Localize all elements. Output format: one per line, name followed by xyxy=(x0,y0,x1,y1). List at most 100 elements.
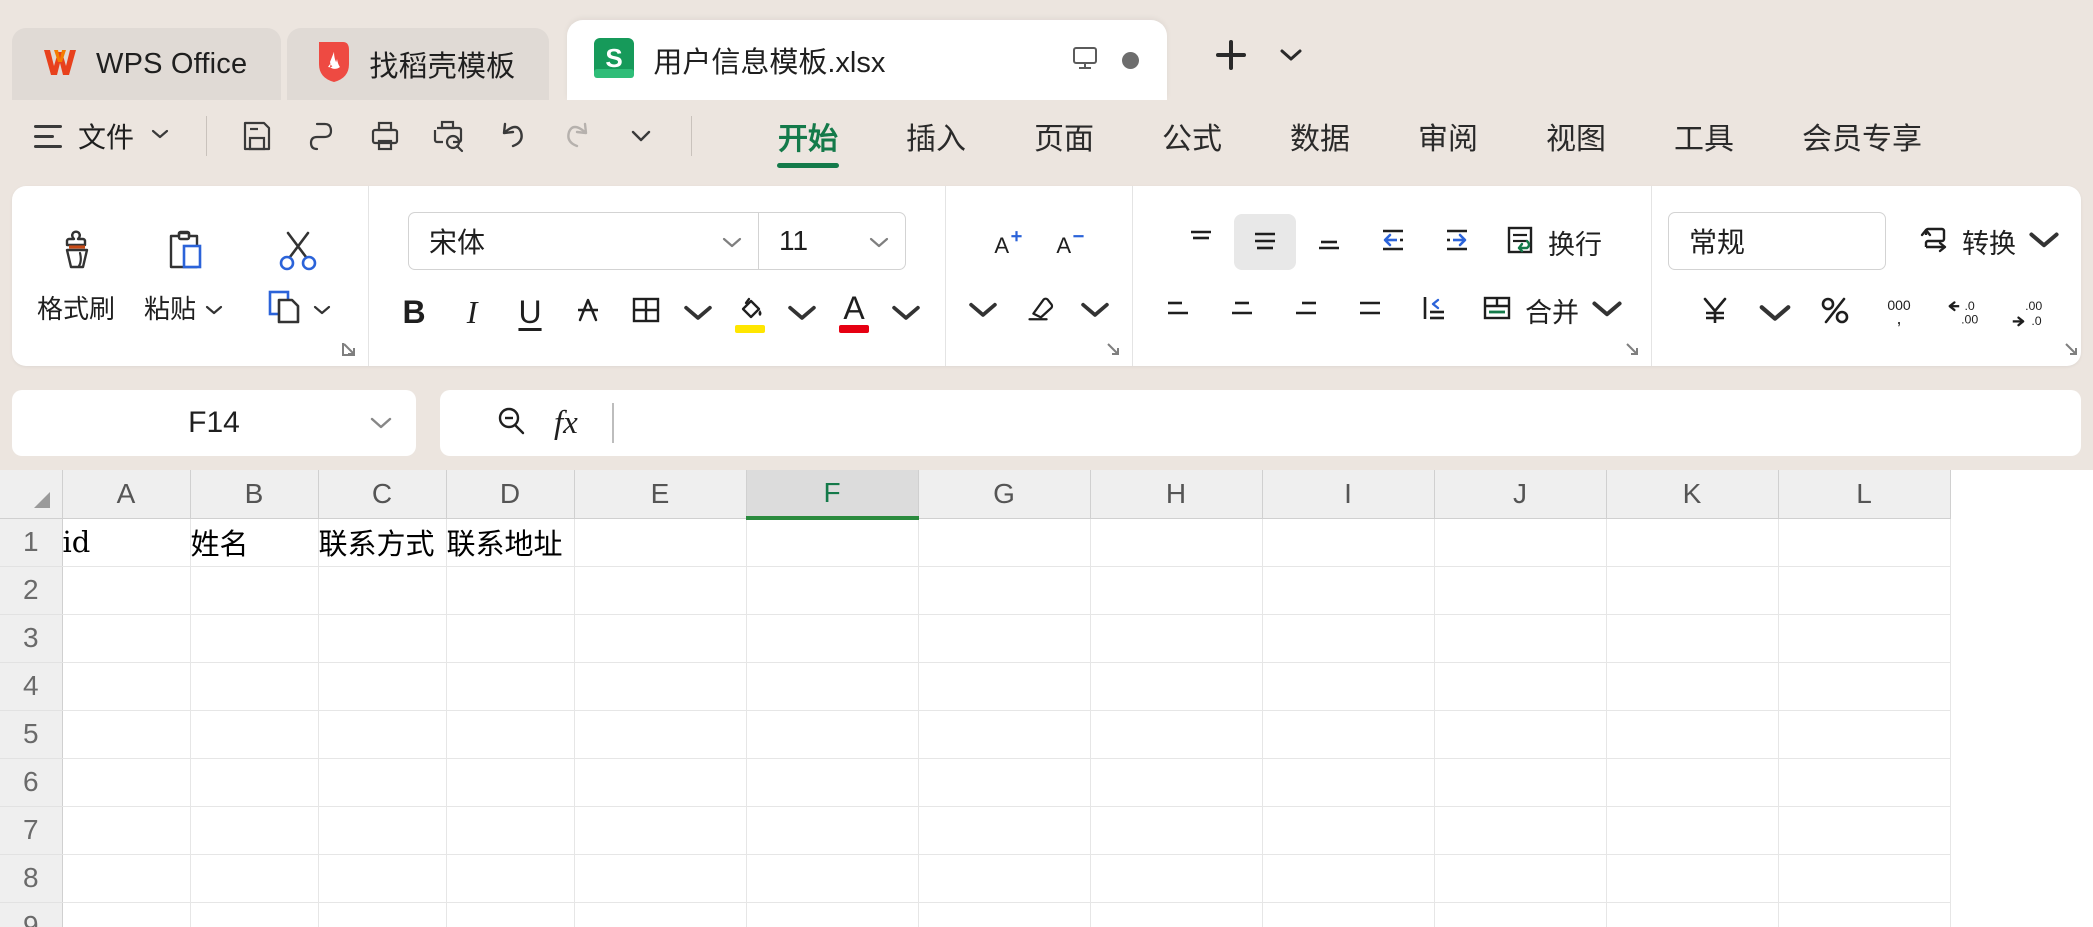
chevron-down-icon[interactable] xyxy=(312,292,332,323)
paste-button[interactable]: 粘贴 xyxy=(130,219,238,334)
alignment-dialog-launcher-icon[interactable] xyxy=(1621,338,1643,360)
file-tab-active[interactable]: S 用户信息模板.xlsx xyxy=(567,20,1168,100)
cell-c9[interactable] xyxy=(318,902,447,927)
chevron-down-icon[interactable] xyxy=(1277,46,1305,69)
chevron-down-icon[interactable] xyxy=(204,292,224,323)
status-dot-icon[interactable] xyxy=(1122,51,1140,69)
cell-d2[interactable] xyxy=(446,566,575,615)
app-home-tab[interactable]: WPS Office xyxy=(12,28,282,100)
currency-caret[interactable] xyxy=(1750,284,1800,340)
shrink-font-button[interactable]: A xyxy=(1041,215,1099,271)
cell-j1[interactable] xyxy=(1434,518,1607,567)
cell-a3[interactable] xyxy=(62,614,191,663)
print-icon[interactable] xyxy=(353,108,417,164)
cell-h3[interactable] xyxy=(1090,614,1263,663)
cell-h1[interactable] xyxy=(1090,518,1263,567)
cell-e7[interactable] xyxy=(574,806,747,855)
ribbon-tab-review[interactable]: 审阅 xyxy=(1384,100,1512,172)
bold-button[interactable]: B xyxy=(385,284,443,340)
cell-d4[interactable] xyxy=(446,662,575,711)
borders-caret[interactable] xyxy=(675,284,721,340)
align-middle-button[interactable] xyxy=(1234,214,1297,270)
cell-b7[interactable] xyxy=(190,806,319,855)
font-color-button[interactable]: A xyxy=(825,284,883,340)
column-header-g[interactable]: G xyxy=(918,470,1091,519)
cell-a9[interactable] xyxy=(62,902,191,927)
cell-c3[interactable] xyxy=(318,614,447,663)
cell-h8[interactable] xyxy=(1090,854,1263,903)
cell-e6[interactable] xyxy=(574,758,747,807)
cell-j7[interactable] xyxy=(1434,806,1607,855)
save-icon[interactable] xyxy=(225,108,289,164)
cell-h9[interactable] xyxy=(1090,902,1263,927)
cell-e3[interactable] xyxy=(574,614,747,663)
format-painter-button[interactable]: 格式刷 xyxy=(22,219,130,334)
align-center-button[interactable] xyxy=(1211,282,1273,338)
ribbon-tab-view[interactable]: 视图 xyxy=(1512,100,1640,172)
cell-b2[interactable] xyxy=(190,566,319,615)
cell-f8[interactable] xyxy=(746,854,919,903)
cell-c6[interactable] xyxy=(318,758,447,807)
cell-g8[interactable] xyxy=(918,854,1091,903)
cell-k8[interactable] xyxy=(1606,854,1779,903)
cell-h6[interactable] xyxy=(1090,758,1263,807)
cell-g3[interactable] xyxy=(918,614,1091,663)
number-format-combo[interactable]: 常规 xyxy=(1668,212,1893,270)
cell-d9[interactable] xyxy=(446,902,575,927)
fill-color-caret[interactable] xyxy=(779,284,825,340)
cut-button[interactable] xyxy=(273,225,323,277)
cell-k4[interactable] xyxy=(1606,662,1779,711)
cell-a5[interactable] xyxy=(62,710,191,759)
borders-button[interactable] xyxy=(617,284,675,340)
sheet-grid[interactable]: A B C D E F G H I J K L 1 id 姓名 联系方式 联系地… xyxy=(0,470,2093,927)
docer-template-tab[interactable]: 找稻壳模板 xyxy=(287,28,550,100)
cell-f1[interactable] xyxy=(746,518,919,567)
cell-j2[interactable] xyxy=(1434,566,1607,615)
cell-i1[interactable] xyxy=(1262,518,1435,567)
cell-e9[interactable] xyxy=(574,902,747,927)
print-preview-icon[interactable] xyxy=(417,108,481,164)
cell-b4[interactable] xyxy=(190,662,319,711)
ribbon-tab-data[interactable]: 数据 xyxy=(1256,100,1384,172)
font-color-caret[interactable] xyxy=(883,284,929,340)
row-header-2[interactable]: 2 xyxy=(0,566,63,615)
cell-i8[interactable] xyxy=(1262,854,1435,903)
decrease-decimal-button[interactable]: .00.0 xyxy=(1998,284,2056,340)
row-header-5[interactable]: 5 xyxy=(0,710,63,759)
merge-cells-button[interactable]: 合并 xyxy=(1467,282,1637,338)
cell-j3[interactable] xyxy=(1434,614,1607,663)
row-header-8[interactable]: 8 xyxy=(0,854,63,903)
cell-c2[interactable] xyxy=(318,566,447,615)
cell-a6[interactable] xyxy=(62,758,191,807)
cell-b6[interactable] xyxy=(190,758,319,807)
cell-d6[interactable] xyxy=(446,758,575,807)
cell-a2[interactable] xyxy=(62,566,191,615)
align-bottom-button[interactable] xyxy=(1298,214,1360,270)
row-header-3[interactable]: 3 xyxy=(0,614,63,663)
name-box[interactable]: F14 xyxy=(12,390,416,456)
cell-i4[interactable] xyxy=(1262,662,1435,711)
font-family-combo[interactable]: 宋体 xyxy=(408,212,759,270)
strikethrough-button[interactable] xyxy=(559,284,617,340)
cell-j4[interactable] xyxy=(1434,662,1607,711)
cell-l2[interactable] xyxy=(1778,566,1951,615)
cell-k2[interactable] xyxy=(1606,566,1779,615)
redo-icon[interactable] xyxy=(545,108,609,164)
ribbon-tab-page[interactable]: 页面 xyxy=(1000,100,1128,172)
number-dialog-launcher-icon[interactable] xyxy=(2060,338,2082,360)
cell-e4[interactable] xyxy=(574,662,747,711)
more-icon[interactable] xyxy=(609,108,673,164)
cell-j5[interactable] xyxy=(1434,710,1607,759)
underline-button[interactable]: U xyxy=(501,284,559,340)
cell-k3[interactable] xyxy=(1606,614,1779,663)
column-header-e[interactable]: E xyxy=(574,470,747,519)
cell-i2[interactable] xyxy=(1262,566,1435,615)
column-header-d[interactable]: D xyxy=(446,470,575,519)
cell-i5[interactable] xyxy=(1262,710,1435,759)
font-dialog-launcher-icon[interactable] xyxy=(1102,338,1124,360)
cell-b8[interactable] xyxy=(190,854,319,903)
row-header-1[interactable]: 1 xyxy=(0,518,63,567)
cell-f5[interactable] xyxy=(746,710,919,759)
cell-j9[interactable] xyxy=(1434,902,1607,927)
file-menu-button[interactable]: 文件 xyxy=(12,110,188,162)
